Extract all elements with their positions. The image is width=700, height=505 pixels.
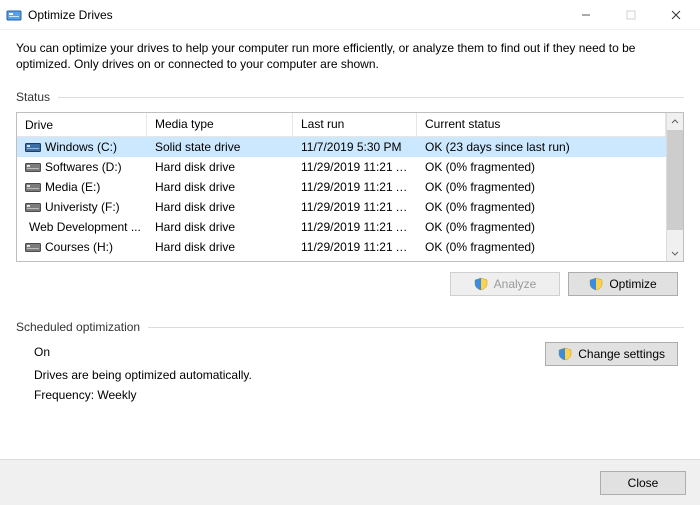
cell-status: OK (0% fragmented)	[417, 258, 666, 261]
cell-last: 11/29/2019 11:21 A...	[293, 238, 417, 256]
close-button[interactable]: Close	[600, 471, 686, 495]
cell-status: OK (0% fragmented)	[417, 178, 666, 196]
cell-status: OK (0% fragmented)	[417, 238, 666, 256]
scheduled-state: On	[34, 342, 545, 362]
cell-last: 11/29/2019 11:21 A...	[293, 158, 417, 176]
list-header[interactable]: Drive Media type Last run Current status	[17, 113, 666, 137]
window-title: Optimize Drives	[28, 8, 113, 22]
change-settings-button[interactable]: Change settings	[545, 342, 678, 366]
cell-last: 11/7/2019 5:30 PM	[293, 138, 417, 156]
drive-name: Software Develop...	[34, 260, 139, 261]
change-settings-label: Change settings	[578, 347, 665, 361]
scheduled-group-label: Scheduled optimization	[16, 320, 684, 334]
cell-media: Hard disk drive	[147, 198, 293, 216]
shield-icon	[558, 347, 572, 361]
optimize-button[interactable]: Optimize	[568, 272, 678, 296]
drive-name: Courses (H:)	[45, 240, 113, 254]
table-row[interactable]: Media (E:) Hard disk drive11/29/2019 11:2…	[17, 177, 666, 197]
divider	[58, 97, 684, 98]
table-row[interactable]: Software Develop... Hard disk drive11/29/…	[17, 257, 666, 261]
cell-last: 11/29/2019 11:21 A...	[293, 198, 417, 216]
cell-status: OK (23 days since last run)	[417, 138, 666, 156]
status-group-label: Status	[16, 90, 684, 104]
status-label: Status	[16, 90, 50, 104]
scheduled-desc: Drives are being optimized automatically…	[34, 365, 545, 385]
drive-list[interactable]: Drive Media type Last run Current status…	[16, 112, 684, 262]
table-row[interactable]: Univeristy (F:) Hard disk drive11/29/2019…	[17, 197, 666, 217]
optimize-label: Optimize	[609, 277, 656, 291]
cell-status: OK (0% fragmented)	[417, 218, 666, 236]
bottom-bar: Close	[0, 459, 700, 505]
cell-last: 11/29/2019 11:21 A...	[293, 218, 417, 236]
app-icon	[6, 7, 22, 23]
cell-media: Hard disk drive	[147, 158, 293, 176]
divider	[148, 327, 684, 328]
col-header-drive[interactable]: Drive	[17, 113, 147, 136]
cell-drive: Software Develop...	[17, 258, 147, 261]
cell-drive: Web Development ...	[17, 218, 147, 236]
cell-media: Hard disk drive	[147, 258, 293, 261]
intro-text: You can optimize your drives to help you…	[16, 40, 684, 72]
cell-drive: Media (E:)	[17, 178, 147, 196]
scroll-down-icon[interactable]	[667, 244, 683, 261]
scheduled-label: Scheduled optimization	[16, 320, 140, 334]
table-row[interactable]: Web Development ... Hard disk drive11/29/…	[17, 217, 666, 237]
drive-name: Windows (C:)	[45, 140, 117, 154]
scheduled-freq: Frequency: Weekly	[34, 385, 545, 405]
analyze-button: Analyze	[450, 272, 560, 296]
cell-drive: Windows (C:)	[17, 138, 147, 156]
cell-drive: Courses (H:)	[17, 238, 147, 256]
window-close-button[interactable]	[653, 0, 698, 30]
col-header-last[interactable]: Last run	[293, 113, 417, 136]
cell-media: Hard disk drive	[147, 178, 293, 196]
col-header-status[interactable]: Current status	[417, 113, 666, 136]
cell-status: OK (0% fragmented)	[417, 198, 666, 216]
drive-name: Softwares (D:)	[45, 160, 122, 174]
scroll-thumb[interactable]	[667, 130, 683, 230]
window-maximize-button	[608, 0, 653, 30]
drive-name: Media (E:)	[45, 180, 100, 194]
table-row[interactable]: Softwares (D:) Hard disk drive11/29/2019 …	[17, 157, 666, 177]
drive-name: Web Development ...	[29, 220, 141, 234]
col-header-media[interactable]: Media type	[147, 113, 293, 136]
scrollbar[interactable]	[666, 113, 683, 261]
shield-icon	[474, 277, 488, 291]
cell-drive: Softwares (D:)	[17, 158, 147, 176]
cell-media: Solid state drive	[147, 138, 293, 156]
titlebar: Optimize Drives	[0, 0, 700, 30]
scroll-up-icon[interactable]	[667, 113, 683, 130]
cell-status: OK (0% fragmented)	[417, 158, 666, 176]
table-row[interactable]: Courses (H:) Hard disk drive11/29/2019 11…	[17, 237, 666, 257]
cell-drive: Univeristy (F:)	[17, 198, 147, 216]
cell-last: 11/29/2019 11:21 A...	[293, 178, 417, 196]
analyze-label: Analyze	[494, 277, 537, 291]
table-row[interactable]: Windows (C:) Solid state drive11/7/2019 5…	[17, 137, 666, 157]
cell-media: Hard disk drive	[147, 218, 293, 236]
shield-icon	[589, 277, 603, 291]
cell-media: Hard disk drive	[147, 238, 293, 256]
close-label: Close	[628, 476, 659, 490]
drive-name: Univeristy (F:)	[45, 200, 120, 214]
cell-last: 11/29/2019 11:21 A...	[293, 258, 417, 261]
window-minimize-button[interactable]	[563, 0, 608, 30]
